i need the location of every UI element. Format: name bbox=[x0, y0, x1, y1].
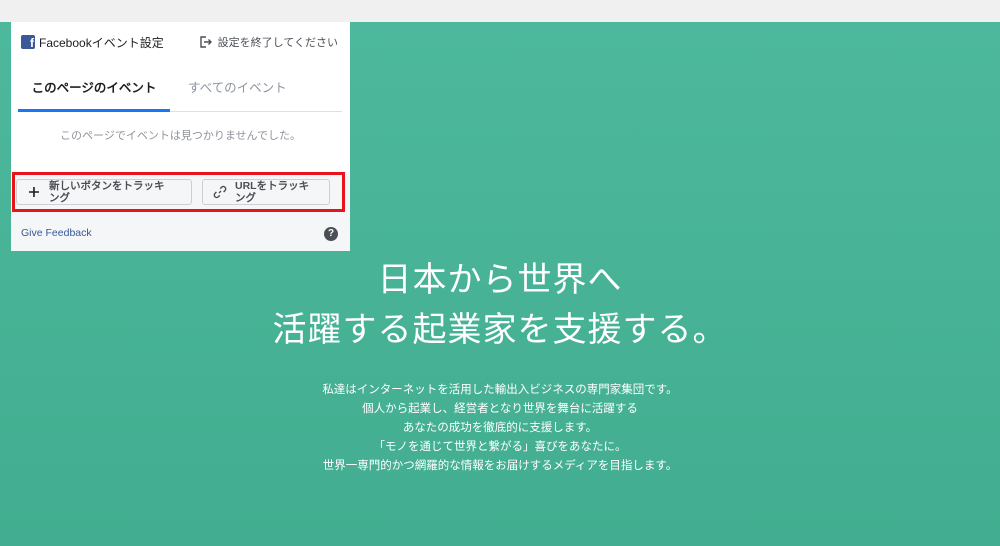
tab-this-page-events[interactable]: このページのイベント bbox=[18, 67, 170, 112]
exit-setup-label: 設定を終了してください bbox=[217, 37, 338, 49]
event-tabs: このページのイベント すべてのイベント bbox=[18, 67, 342, 112]
hero-headline-line-1: 日本から世界へ bbox=[377, 260, 623, 300]
panel-title-text: Facebookイベント設定 bbox=[39, 35, 164, 50]
hero-description-line: 「モノを通じて世界と繋がる」喜びをあなたに。 bbox=[373, 439, 627, 453]
tab-all-events[interactable]: すべてのイベント bbox=[176, 67, 299, 111]
hero-description-line: 世界一専門的かつ網羅的な情報をお届けするメディアを目指します。 bbox=[322, 458, 678, 472]
exit-icon bbox=[199, 36, 212, 48]
hero-headline-line-2: 活躍する起業家を支援する。 bbox=[272, 310, 728, 350]
facebook-event-setup-panel: f Facebookイベント設定 設定を終了してください このページのイベント … bbox=[11, 22, 350, 251]
panel-header: f Facebookイベント設定 設定を終了してください bbox=[11, 22, 350, 62]
highlight-annotation-box bbox=[12, 172, 345, 212]
empty-events-message: このページでイベントは見つかりませんでした。 bbox=[60, 130, 301, 142]
panel-title: f Facebookイベント設定 bbox=[21, 34, 164, 51]
give-feedback-link[interactable]: Give Feedback bbox=[21, 227, 92, 239]
hero-description: 私達はインターネットを活用した輸出入ビジネスの専門家集団です。 個人から起業し、… bbox=[0, 380, 1000, 475]
exit-setup-button[interactable]: 設定を終了してください bbox=[198, 34, 338, 50]
hero-description-line: 個人から起業し、経営者となり世界を舞台に活躍する bbox=[362, 401, 638, 415]
hero-description-line: あなたの成功を徹底的に支援します。 bbox=[402, 420, 598, 434]
help-icon[interactable]: ? bbox=[324, 227, 338, 241]
hero-description-line: 私達はインターネットを活用した輸出入ビジネスの専門家集団です。 bbox=[322, 382, 678, 396]
facebook-logo-icon: f bbox=[21, 35, 35, 49]
browser-top-strip bbox=[0, 0, 1000, 22]
